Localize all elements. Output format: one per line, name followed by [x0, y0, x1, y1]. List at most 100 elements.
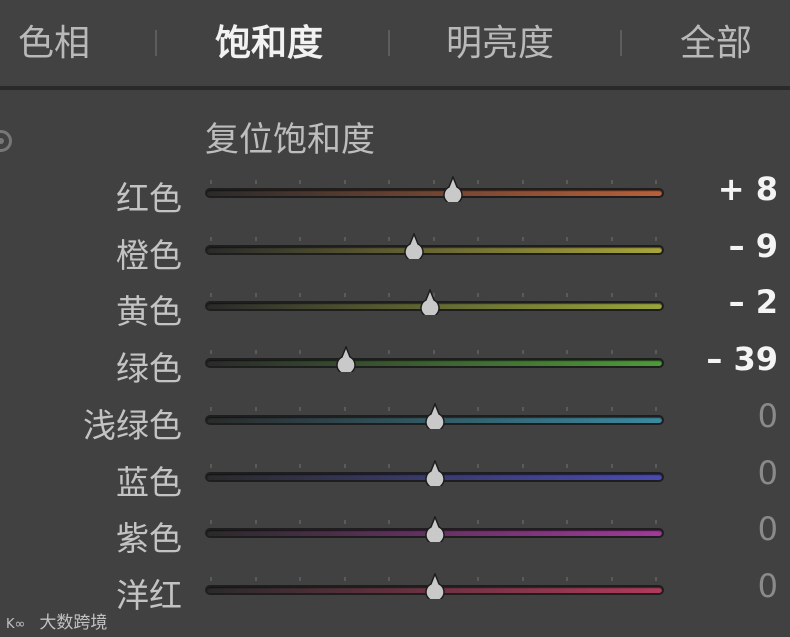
- slider-tick: [299, 463, 301, 468]
- slider-thumb[interactable]: [422, 516, 448, 543]
- slider-thumb[interactable]: [422, 459, 448, 486]
- slider-thumb[interactable]: [401, 232, 427, 259]
- slider-tick: [254, 463, 257, 468]
- slider-tick: [566, 293, 568, 298]
- slider-tick: [388, 406, 390, 411]
- slider-row: 红色 + 8: [0, 168, 790, 224]
- reset-saturation-button[interactable]: 复位饱和度: [205, 112, 375, 161]
- slider-value[interactable]: 0: [758, 397, 778, 435]
- slider-tick: [566, 350, 568, 355]
- slider-tick: [655, 406, 657, 411]
- slider-track[interactable]: [207, 402, 662, 429]
- slider-thumb[interactable]: [422, 402, 448, 429]
- slider-tick: [521, 463, 524, 468]
- slider-tick: [655, 293, 657, 298]
- slider-track[interactable]: [207, 459, 662, 486]
- slider-tick: [254, 350, 257, 355]
- slider-tick: [521, 406, 524, 411]
- slider-tick: [388, 293, 390, 298]
- slider-tick: [388, 463, 390, 468]
- tab-hue[interactable]: 色相: [18, 18, 90, 70]
- slider-thumb[interactable]: [440, 176, 466, 202]
- slider-thumb[interactable]: [422, 572, 448, 599]
- slider-tick: [477, 180, 479, 184]
- slider-row: 紫色 0: [0, 508, 790, 564]
- slider-track[interactable]: [207, 232, 662, 259]
- hsl-tab-bar: 色相 饱和度 明亮度 全部: [0, 0, 790, 86]
- slider-tick: [388, 236, 390, 241]
- slider-tick: [610, 293, 613, 298]
- slider-label: 橙色: [116, 235, 182, 275]
- slider-ticks: [210, 236, 660, 242]
- slider-row: 绿色 – 39: [0, 338, 790, 394]
- slider-tick: [299, 520, 301, 525]
- slider-tick: [610, 350, 613, 355]
- slider-tick: [343, 463, 346, 468]
- slider-tick: [655, 576, 657, 581]
- slider-tick: [343, 236, 346, 241]
- slider-tick: [254, 293, 257, 298]
- slider-tick: [610, 180, 613, 184]
- watermark-text: 大数跨境: [39, 613, 108, 633]
- slider-track[interactable]: [207, 346, 662, 373]
- slider-tick: [655, 520, 657, 525]
- slider-value[interactable]: + 8: [718, 170, 778, 208]
- tab-saturation[interactable]: 饱和度: [215, 18, 323, 70]
- slider-tick: [254, 236, 257, 241]
- slider-tick: [254, 406, 257, 411]
- slider-tick: [477, 520, 479, 525]
- tab-all[interactable]: 全部: [680, 18, 752, 70]
- slider-tick: [521, 180, 524, 184]
- slider-tick: [299, 236, 301, 241]
- slider-thumb[interactable]: [417, 289, 443, 316]
- slider-tick: [432, 236, 435, 241]
- slider-tick: [521, 293, 524, 298]
- slider-tick: [343, 406, 346, 411]
- slider-tick: [566, 576, 568, 581]
- slider-tick: [477, 293, 479, 298]
- slider-label: 红色: [116, 179, 182, 218]
- slider-value[interactable]: – 2: [729, 283, 778, 321]
- slider-tick: [388, 180, 390, 184]
- slider-value[interactable]: 0: [758, 567, 778, 605]
- slider-track[interactable]: [207, 289, 662, 316]
- slider-tick: [343, 520, 346, 525]
- slider-tick: [299, 180, 301, 184]
- slider-label: 紫色: [116, 519, 182, 559]
- slider-tick: [566, 406, 568, 411]
- slider-value[interactable]: – 39: [706, 340, 778, 378]
- slider-track[interactable]: [207, 572, 662, 599]
- slider-tick: [299, 293, 301, 298]
- slider-value[interactable]: – 9: [729, 227, 778, 265]
- tab-divider: [155, 30, 157, 56]
- slider-tick: [477, 406, 479, 411]
- slider-tick: [210, 236, 212, 241]
- slider-tick: [343, 293, 346, 298]
- slider-tick: [210, 520, 212, 525]
- slider-tick: [254, 520, 257, 525]
- slider-label: 绿色: [116, 349, 182, 389]
- slider-label: 浅绿色: [83, 405, 182, 445]
- tab-luminance[interactable]: 明亮度: [446, 18, 554, 70]
- slider-value[interactable]: 0: [758, 454, 778, 492]
- slider-tick: [210, 180, 212, 184]
- slider-tick: [210, 576, 212, 581]
- slider-track[interactable]: [207, 176, 662, 202]
- slider-tick: [388, 350, 390, 355]
- slider-tick: [566, 236, 568, 241]
- slider-ticks: [210, 180, 660, 185]
- tab-divider: [388, 30, 390, 56]
- slider-label: 黄色: [116, 292, 182, 332]
- slider-tick: [210, 293, 212, 298]
- slider-tick: [432, 350, 435, 355]
- slider-tick: [477, 576, 479, 581]
- slider-thumb[interactable]: [333, 346, 359, 373]
- slider-tick: [210, 350, 212, 355]
- slider-value[interactable]: 0: [758, 510, 778, 548]
- slider-track[interactable]: [207, 516, 662, 543]
- slider-tick: [566, 520, 568, 525]
- slider-tick: [210, 463, 212, 468]
- slider-ticks: [210, 350, 660, 355]
- slider-tick: [566, 463, 568, 468]
- slider-tick: [477, 463, 479, 468]
